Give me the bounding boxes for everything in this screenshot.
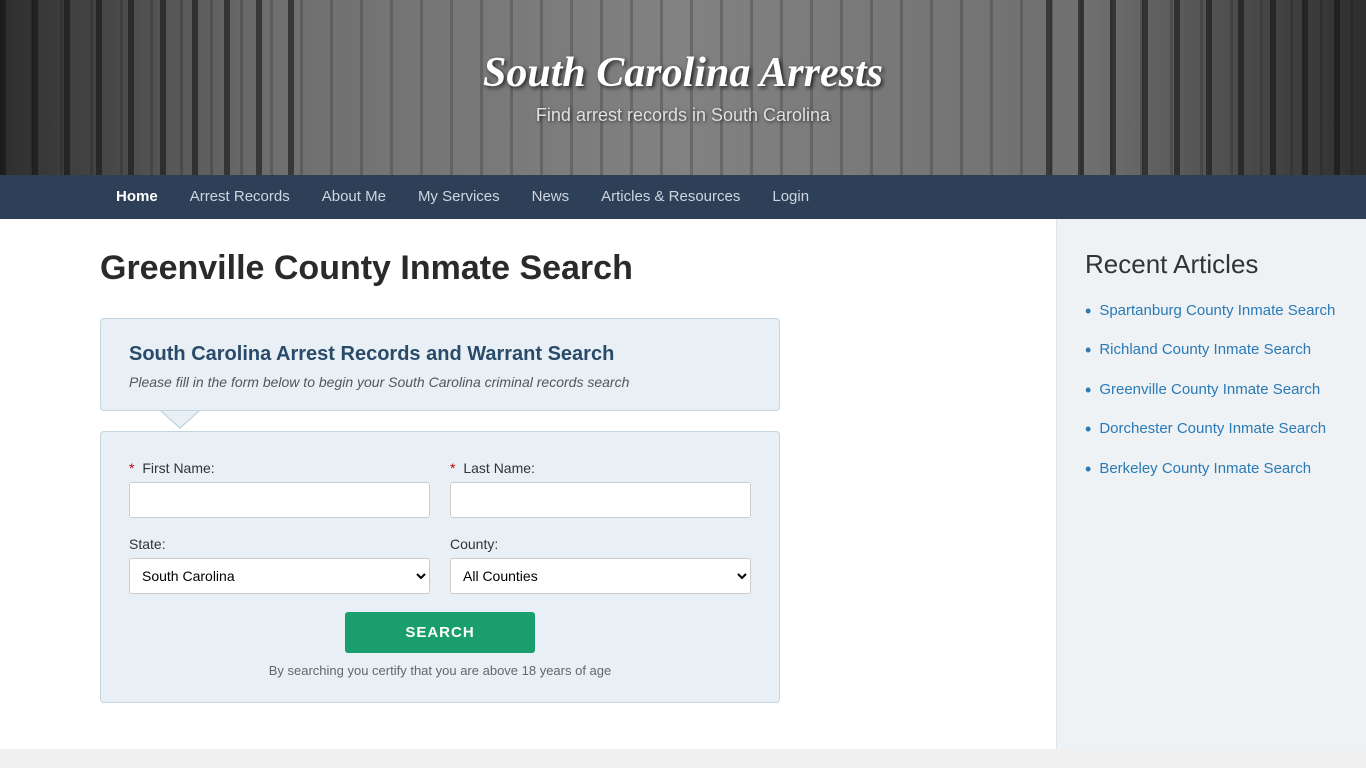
first-name-label: * First Name:: [129, 460, 430, 476]
nav-home[interactable]: Home: [100, 175, 174, 219]
nav-arrest-records[interactable]: Arrest Records: [174, 175, 306, 219]
search-button[interactable]: SEARCH: [345, 612, 534, 653]
site-subtitle: Find arrest records in South Carolina: [536, 105, 830, 126]
first-name-required: *: [129, 460, 134, 476]
article-link-dorchester[interactable]: Dorchester County Inmate Search: [1099, 418, 1326, 439]
nav-about-me[interactable]: About Me: [306, 175, 402, 219]
list-item: • Greenville County Inmate Search: [1085, 379, 1338, 402]
hero-section: South Carolina Arrests Find arrest recor…: [0, 0, 1366, 175]
county-select[interactable]: All Counties: [450, 558, 751, 594]
sidebar-title: Recent Articles: [1085, 249, 1338, 280]
main-content: Greenville County Inmate Search South Ca…: [0, 219, 1056, 749]
state-group: State: South Carolina: [129, 536, 430, 594]
last-name-input[interactable]: [450, 482, 751, 518]
search-button-wrap: SEARCH: [129, 612, 751, 653]
state-select[interactable]: South Carolina: [129, 558, 430, 594]
sidebar: Recent Articles • Spartanburg County Inm…: [1056, 219, 1366, 749]
search-info-box: South Carolina Arrest Records and Warran…: [100, 318, 780, 411]
page-title: Greenville County Inmate Search: [100, 249, 1016, 288]
search-box-title: South Carolina Arrest Records and Warran…: [129, 343, 751, 366]
sidebar-articles-list: • Spartanburg County Inmate Search • Ric…: [1085, 300, 1338, 481]
search-form-box: * First Name: * Last Name: State:: [100, 431, 780, 703]
state-label: State:: [129, 536, 430, 552]
county-label: County:: [450, 536, 751, 552]
form-row-names: * First Name: * Last Name:: [129, 460, 751, 518]
form-row-location: State: South Carolina County: All Counti…: [129, 536, 751, 594]
page-wrap: Greenville County Inmate Search South Ca…: [0, 219, 1366, 749]
site-title: South Carolina Arrests: [483, 49, 883, 97]
nav-articles-resources[interactable]: Articles & Resources: [585, 175, 756, 219]
bullet-icon: •: [1085, 339, 1091, 362]
article-link-berkeley[interactable]: Berkeley County Inmate Search: [1099, 458, 1311, 479]
list-item: • Richland County Inmate Search: [1085, 339, 1338, 362]
list-item: • Spartanburg County Inmate Search: [1085, 300, 1338, 323]
article-link-richland[interactable]: Richland County Inmate Search: [1099, 339, 1311, 360]
nav-login[interactable]: Login: [756, 175, 825, 219]
last-name-group: * Last Name:: [450, 460, 751, 518]
last-name-required: *: [450, 460, 455, 476]
county-group: County: All Counties: [450, 536, 751, 594]
nav-my-services[interactable]: My Services: [402, 175, 516, 219]
nav-news[interactable]: News: [516, 175, 586, 219]
search-box-subtitle: Please fill in the form below to begin y…: [129, 374, 751, 390]
list-item: • Berkeley County Inmate Search: [1085, 458, 1338, 481]
article-link-greenville[interactable]: Greenville County Inmate Search: [1099, 379, 1320, 400]
bullet-icon: •: [1085, 379, 1091, 402]
main-nav: Home Arrest Records About Me My Services…: [0, 175, 1366, 219]
bullet-icon: •: [1085, 418, 1091, 441]
article-link-spartanburg[interactable]: Spartanburg County Inmate Search: [1099, 300, 1335, 321]
first-name-group: * First Name:: [129, 460, 430, 518]
bullet-icon: •: [1085, 300, 1091, 323]
last-name-label: * Last Name:: [450, 460, 751, 476]
search-disclaimer: By searching you certify that you are ab…: [129, 663, 751, 678]
search-connector-arrow: [160, 411, 200, 431]
bullet-icon: •: [1085, 458, 1091, 481]
list-item: • Dorchester County Inmate Search: [1085, 418, 1338, 441]
first-name-input[interactable]: [129, 482, 430, 518]
